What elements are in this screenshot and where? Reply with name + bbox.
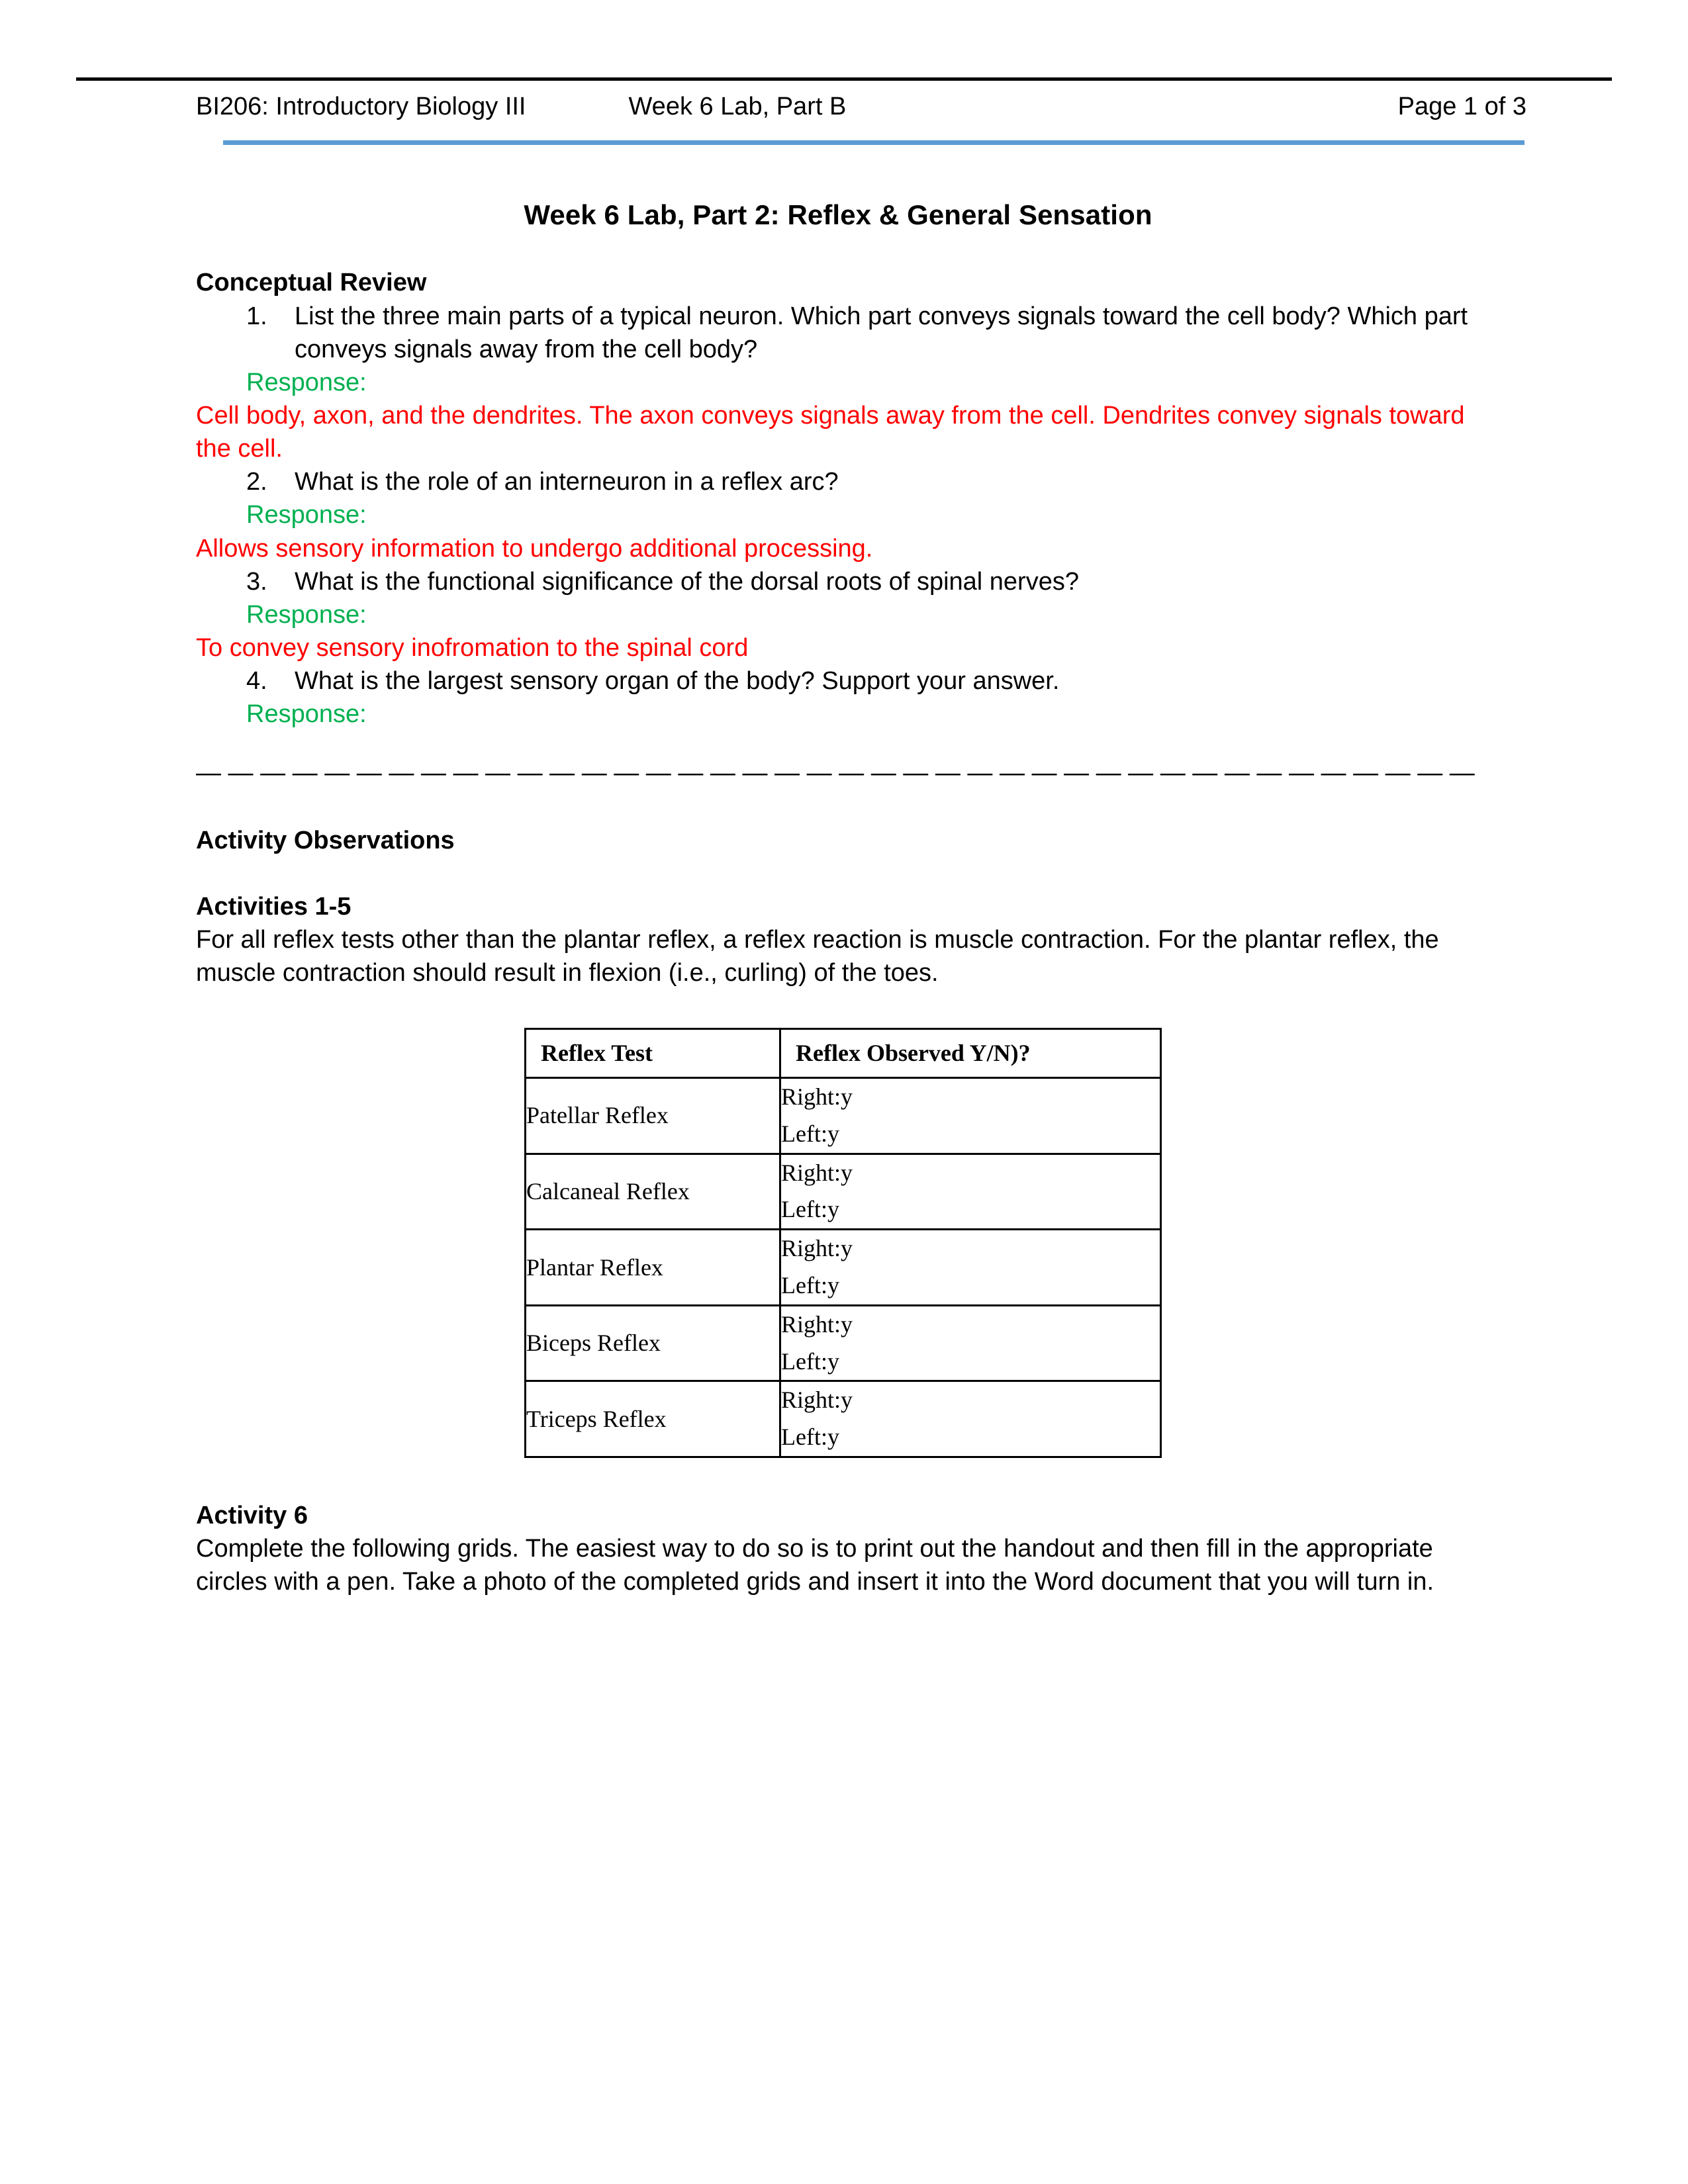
- question-item: 4. What is the largest sensory organ of t…: [196, 664, 1480, 698]
- response-answer[interactable]: Allows sensory information to undergo ad…: [196, 532, 1480, 565]
- question-text: What is the functional significance of t…: [295, 567, 1079, 596]
- reflex-left-value: Left:y: [781, 1424, 839, 1451]
- reflex-observation-table: Reflex Test Reflex Observed Y/N)? Patell…: [524, 1028, 1162, 1458]
- response-label: Response:: [246, 600, 367, 629]
- activity-6-text: Complete the following grids. The easies…: [196, 1535, 1434, 1596]
- reflex-left-value: Left:y: [781, 1120, 839, 1147]
- cell-reflex-test: Biceps Reflex: [524, 1304, 781, 1383]
- heading-activity-6: Activity 6: [196, 1501, 308, 1529]
- table-row: Patellar Reflex Right:y Left:y: [524, 1076, 1162, 1155]
- cell-reflex-test: Triceps Reflex: [524, 1380, 781, 1458]
- activities-1-5-intro: For all reflex tests other than the plan…: [196, 926, 1439, 987]
- column-header-reflex-observed: Reflex Observed Y/N)?: [779, 1028, 1162, 1079]
- reflex-right-value: Right:y: [781, 1083, 853, 1110]
- header-course-label: BI206: Introductory Biology III: [196, 93, 526, 120]
- page-title: Week 6 Lab, Part 2: Reflex & General Sen…: [524, 199, 1152, 230]
- table-row: Biceps Reflex Right:y Left:y: [524, 1304, 1162, 1383]
- cell-reflex-observed[interactable]: Right:y Left:y: [779, 1076, 1162, 1155]
- response-answer[interactable]: To convey sensory inofromation to the sp…: [196, 631, 1480, 664]
- question-item: 3. What is the functional significance of…: [196, 565, 1480, 598]
- reflex-right-value: Right:y: [781, 1387, 853, 1414]
- conceptual-review-question-list: 1. List the three main parts of a typical…: [196, 300, 1480, 731]
- question-item: 2. What is the role of an interneuron in …: [196, 465, 1480, 498]
- cell-reflex-observed[interactable]: Right:y Left:y: [779, 1152, 1162, 1231]
- document-page: BI206: Introductory Biology III Week 6 L…: [0, 0, 1688, 2184]
- question-text: What is the role of an interneuron in a …: [295, 468, 839, 496]
- response-label: Response:: [246, 501, 367, 529]
- question-text: List the three main parts of a typical n…: [295, 302, 1468, 363]
- column-header-reflex-test: Reflex Test: [524, 1028, 781, 1079]
- header-top-rule: [76, 77, 1612, 81]
- heading-activities-1-5: Activities 1-5: [196, 892, 352, 921]
- cell-reflex-observed[interactable]: Right:y Left:y: [779, 1228, 1162, 1306]
- document-body: Week 6 Lab, Part 2: Reflex & General Sen…: [196, 199, 1480, 1598]
- page-header: BI206: Introductory Biology III Week 6 L…: [196, 93, 1526, 130]
- heading-activity-observations: Activity Observations: [196, 826, 455, 854]
- cell-reflex-test: Patellar Reflex: [524, 1076, 781, 1155]
- heading-conceptual-review: Conceptual Review: [196, 269, 427, 297]
- table-header-row: Reflex Test Reflex Observed Y/N)?: [524, 1028, 1162, 1079]
- response-label: Response:: [246, 700, 367, 729]
- response-label: Response:: [246, 368, 367, 396]
- cell-reflex-observed[interactable]: Right:y Left:y: [779, 1304, 1162, 1383]
- section-divider: — — — — — — — — — — — — — — — — — — — — …: [196, 758, 1480, 787]
- cell-reflex-test: Plantar Reflex: [524, 1228, 781, 1306]
- reflex-right-value: Right:y: [781, 1235, 853, 1262]
- reflex-table-container: Reflex Test Reflex Observed Y/N)? Patell…: [196, 1028, 1480, 1458]
- header-lab-label: Week 6 Lab, Part B: [628, 93, 847, 120]
- cell-reflex-test: Calcaneal Reflex: [524, 1152, 781, 1231]
- question-text: What is the largest sensory organ of the…: [295, 667, 1060, 696]
- question-number: 2.: [246, 468, 267, 496]
- question-number: 3.: [246, 567, 267, 596]
- reflex-left-value: Left:y: [781, 1347, 839, 1375]
- response-answer[interactable]: Cell body, axon, and the dendrites. The …: [196, 399, 1480, 465]
- reflex-right-value: Right:y: [781, 1159, 853, 1186]
- table-row: Triceps Reflex Right:y Left:y: [524, 1380, 1162, 1458]
- cell-reflex-observed[interactable]: Right:y Left:y: [779, 1380, 1162, 1458]
- reflex-left-value: Left:y: [781, 1271, 839, 1298]
- reflex-left-value: Left:y: [781, 1196, 839, 1223]
- question-number: 4.: [246, 667, 267, 696]
- question-number: 1.: [246, 302, 267, 330]
- table-row: Plantar Reflex Right:y Left:y: [524, 1228, 1162, 1306]
- reflex-right-value: Right:y: [781, 1310, 853, 1338]
- question-item: 1. List the three main parts of a typical…: [196, 300, 1480, 366]
- header-page-number: Page 1 of 3: [1397, 93, 1526, 120]
- header-blue-rule: [223, 140, 1524, 145]
- table-row: Calcaneal Reflex Right:y Left:y: [524, 1152, 1162, 1231]
